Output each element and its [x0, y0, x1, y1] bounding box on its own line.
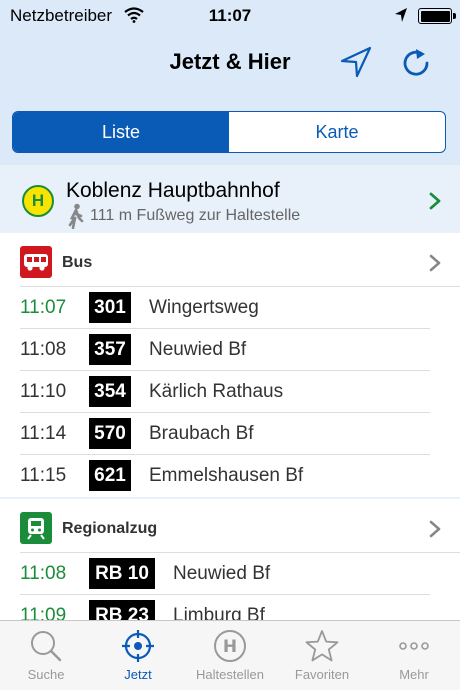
train-icon: [20, 512, 52, 544]
segment-map[interactable]: Karte: [229, 112, 445, 152]
section-label: Regionalzug: [62, 520, 158, 537]
tab-label: Jetzt: [124, 667, 152, 682]
departure-row[interactable]: 11:07 301 Wingertsweg: [20, 287, 430, 329]
regional-train-section: Regionalzug 11:08 RB 10 Neuwied Bf 11:09…: [0, 499, 460, 637]
tab-search[interactable]: Suche: [0, 621, 92, 690]
destination: Emmelshausen Bf: [149, 465, 304, 486]
segment-list[interactable]: Liste: [13, 112, 229, 152]
locate-icon[interactable]: [338, 44, 374, 80]
departure-time: 11:15: [20, 465, 67, 486]
status-bar: Netzbetreiber 11:07: [0, 0, 460, 32]
tab-more[interactable]: Mehr: [368, 621, 460, 690]
tab-label: Favoriten: [294, 667, 350, 682]
chevron-right-icon: [429, 254, 441, 272]
bus-icon: [20, 246, 52, 278]
destination: Neuwied Bf: [149, 339, 247, 360]
tab-label: Mehr: [399, 667, 429, 682]
tab-label: Haltestellen: [196, 667, 264, 682]
tab-stops[interactable]: H Haltestellen: [184, 621, 276, 690]
departure-row[interactable]: 11:15 621 Emmelshausen Bf: [20, 455, 430, 497]
departure-time: 11:08: [20, 339, 67, 360]
departure-time: 11:10: [20, 381, 67, 402]
line-badge: 301: [89, 292, 131, 323]
departure-time: 11:08: [20, 563, 67, 584]
departure-row[interactable]: 11:08 RB 10 Neuwied Bf: [20, 553, 430, 595]
section-header-regionalzug[interactable]: Regionalzug: [20, 499, 460, 553]
stop-h-icon: H: [22, 185, 54, 217]
view-segmented-control: Liste Karte: [12, 111, 446, 153]
station-name: Koblenz Hauptbahnhof: [66, 179, 280, 202]
departure-row[interactable]: 11:14 570 Braubach Bf: [20, 413, 430, 455]
svg-text:H: H: [223, 637, 237, 657]
departure-row[interactable]: 11:10 354 Kärlich Rathaus: [20, 371, 430, 413]
section-label: Bus: [62, 254, 93, 271]
walk-distance: 111 m Fußweg zur Haltestelle: [90, 207, 301, 224]
location-arrow-icon: [395, 8, 407, 22]
tab-label: Suche: [27, 667, 65, 682]
chevron-right-icon: [429, 192, 441, 210]
star-icon: [305, 630, 339, 662]
line-badge: RB 10: [89, 558, 155, 589]
pedestrian-icon: [68, 203, 84, 229]
line-badge: 621: [89, 460, 131, 491]
line-badge: 570: [89, 418, 131, 449]
segment-bar: Liste Karte: [0, 94, 460, 165]
departure-time: 11:07: [20, 297, 67, 318]
crosshair-icon: [122, 630, 154, 662]
line-badge: 354: [89, 376, 131, 407]
station-header[interactable]: H Koblenz Hauptbahnhof 111 m Fußweg zur …: [0, 165, 460, 233]
navigation-bar: Jetzt & Hier: [0, 32, 460, 94]
page-title: Jetzt & Hier: [169, 49, 291, 74]
tab-bar: Suche Jetzt H Haltestellen Favoriten Meh…: [0, 620, 460, 690]
destination: Neuwied Bf: [173, 563, 271, 584]
stop-h-icon: H: [214, 630, 246, 662]
departure-time: 11:14: [20, 423, 67, 444]
destination: Kärlich Rathaus: [149, 381, 284, 402]
section-header-bus[interactable]: Bus: [20, 233, 460, 287]
departure-row[interactable]: 11:08 357 Neuwied Bf: [20, 329, 430, 371]
refresh-icon[interactable]: [398, 44, 434, 80]
chevron-right-icon: [429, 520, 441, 538]
status-time: 11:07: [208, 6, 252, 25]
search-icon: [31, 631, 62, 662]
tab-now[interactable]: Jetzt: [92, 621, 184, 690]
bus-section: Bus 11:07 301 Wingertsweg 11:08 357 Neuw…: [0, 233, 460, 497]
destination: Braubach Bf: [149, 423, 254, 444]
more-icon: [399, 642, 429, 650]
tab-favorites[interactable]: Favoriten: [276, 621, 368, 690]
line-badge: 357: [89, 334, 131, 365]
destination: Wingertsweg: [149, 297, 259, 318]
battery-icon: [418, 8, 456, 24]
